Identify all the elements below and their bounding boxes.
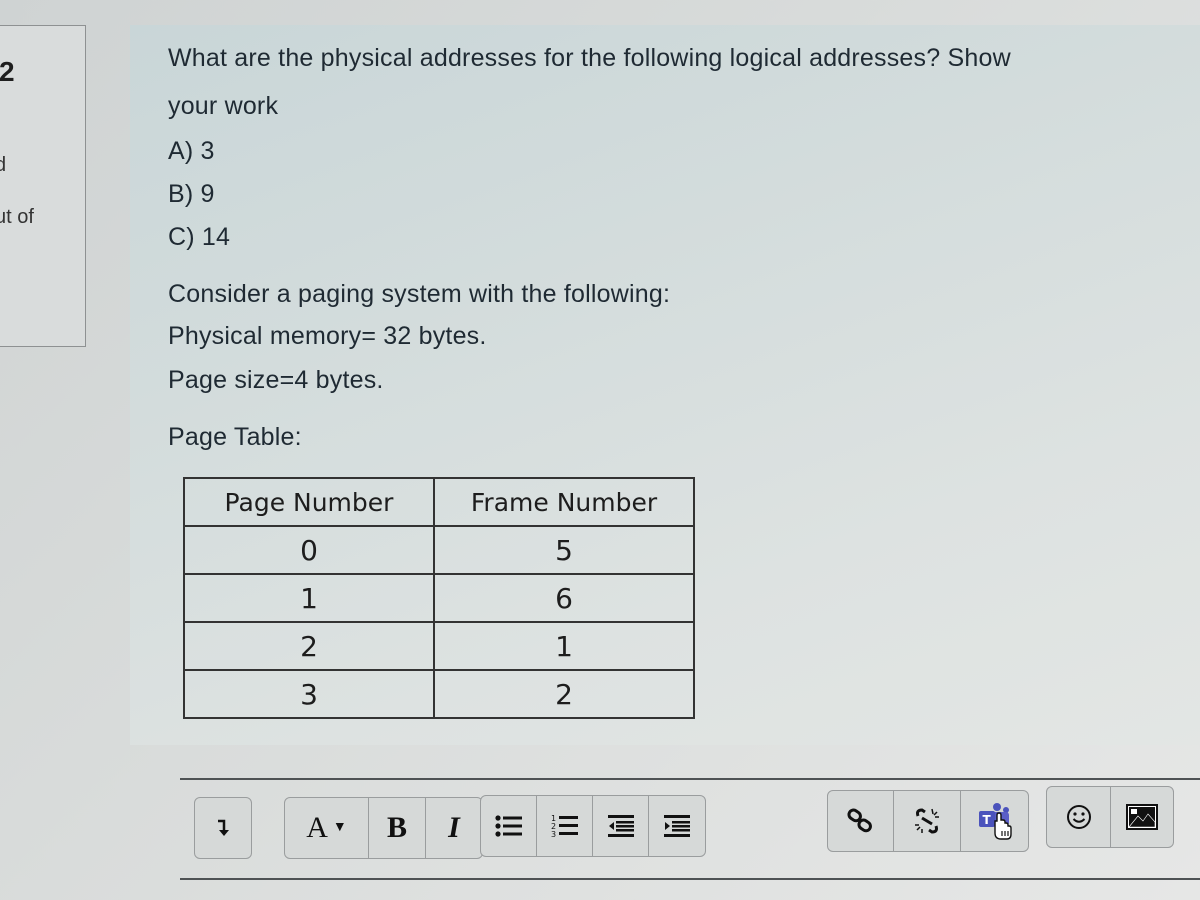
page-table-label: Page Table: <box>168 423 302 451</box>
emoji-button[interactable] <box>1047 787 1111 847</box>
option-b: B) 9 <box>168 180 215 208</box>
question-text-line2: your work <box>168 92 279 120</box>
frame-cell: 2 <box>433 669 695 719</box>
page-cell: 1 <box>183 573 435 623</box>
table-row: 1 6 <box>183 573 695 623</box>
page-cell: 0 <box>183 525 435 575</box>
bold-button[interactable]: B <box>369 798 426 858</box>
question-grade: ut of <box>0 206 34 228</box>
ordered-list-button[interactable]: 1 2 3 <box>537 796 593 856</box>
table-row: 0 5 <box>183 525 695 575</box>
question-number: 2 <box>0 56 15 87</box>
teams-button[interactable]: T <box>961 791 1028 851</box>
outdent-button[interactable] <box>593 796 649 856</box>
outdent-icon <box>607 815 634 837</box>
toggle-toolbar-icon <box>218 819 229 836</box>
ordered-list-icon: 1 2 3 <box>551 814 578 839</box>
toolbar-group-text-style: A ▼ B I <box>284 797 483 859</box>
header-frame-number: Frame Number <box>433 477 695 527</box>
bold-icon: B <box>386 811 407 844</box>
teams-icon: T <box>978 803 1012 840</box>
link-button[interactable] <box>828 791 894 851</box>
table-row: 3 2 <box>183 669 695 719</box>
question-info-box: 2 d ut of <box>0 25 86 347</box>
toolbar-group-toggle <box>194 797 252 859</box>
font-color-icon: A <box>306 811 328 844</box>
question-status: d <box>0 154 7 176</box>
toggle-toolbar-button[interactable] <box>195 798 251 858</box>
unordered-list-button[interactable] <box>481 796 537 856</box>
option-a: A) 3 <box>168 137 215 165</box>
editor-toolbar-top-border <box>180 778 1200 780</box>
indent-icon <box>664 815 690 837</box>
header-page-number: Page Number <box>183 477 435 527</box>
toolbar-group-lists: 1 2 3 <box>480 795 706 857</box>
unlink-button[interactable] <box>894 791 961 851</box>
unordered-list-icon <box>494 815 522 837</box>
frame-cell: 1 <box>433 621 695 671</box>
chevron-down-icon: ▼ <box>332 820 347 835</box>
table-header-row: Page Number Frame Number <box>183 477 695 527</box>
italic-icon: I <box>448 811 460 844</box>
frame-cell: 5 <box>433 525 695 575</box>
option-c: C) 14 <box>168 223 231 251</box>
page-size: Page size=4 bytes. <box>168 366 384 394</box>
page-cell: 3 <box>183 669 435 719</box>
indent-button[interactable] <box>649 796 705 856</box>
context-intro: Consider a paging system with the follow… <box>168 280 671 308</box>
link-icon <box>846 808 872 833</box>
table-row: 2 1 <box>183 621 695 671</box>
emoji-icon <box>1066 805 1091 829</box>
page-table: Page Number Frame Number 0 5 1 6 2 1 3 2 <box>183 477 695 719</box>
page-cell: 2 <box>183 621 435 671</box>
editor-toolbar-bottom-border <box>180 878 1200 880</box>
unlink-icon <box>915 808 939 834</box>
toolbar-group-media <box>1046 786 1174 848</box>
physical-memory: Physical memory= 32 bytes. <box>168 322 487 350</box>
toolbar-group-links: T <box>827 790 1029 852</box>
svg-text:T: T <box>982 813 991 827</box>
font-color-button[interactable]: A ▼ <box>285 798 369 858</box>
image-icon <box>1126 804 1158 830</box>
svg-text:3: 3 <box>551 830 556 839</box>
frame-cell: 6 <box>433 573 695 623</box>
question-text-line1: What are the physical addresses for the … <box>168 44 1011 72</box>
image-button[interactable] <box>1111 787 1173 847</box>
italic-button[interactable]: I <box>426 798 482 858</box>
